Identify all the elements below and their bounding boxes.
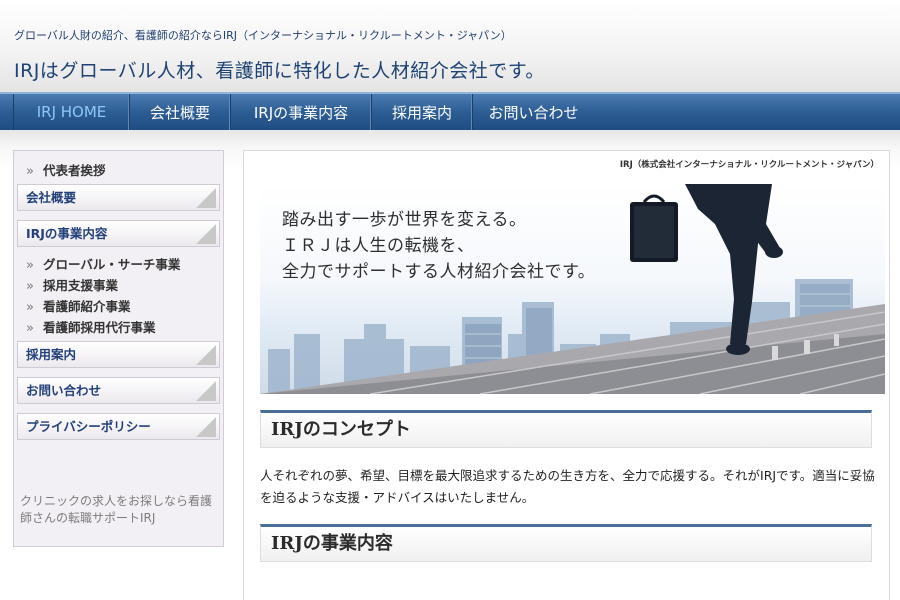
chevron-right-icon: » <box>26 279 34 294</box>
corner-triangle-icon <box>196 381 216 401</box>
concept-text: 人それぞれの夢、希望、目標を最大限追求するための生き方を、全力で応援する。それが… <box>260 468 875 505</box>
sidebar-item-global-search[interactable]: » グローバル・サーチ事業 <box>26 254 180 273</box>
sidebar-item-label: 採用支援事業 <box>42 278 118 293</box>
sidebar-item-nurse-rpo[interactable]: » 看護師採用代行事業 <box>26 317 155 336</box>
sidebar-note-link[interactable]: クリニックの求人をお探しなら看護師さんの転職サポートIRJ <box>20 493 220 527</box>
sidebar-heading-recruit[interactable]: 採用案内 <box>17 341 220 368</box>
sidebar-heading-label: IRJの事業内容 <box>26 226 108 241</box>
sidebar-heading-label: お問い合わせ <box>26 383 102 398</box>
nav-spacer <box>0 94 14 130</box>
sidebar-heading-company[interactable]: 会社概要 <box>17 184 220 211</box>
chevron-right-icon: » <box>26 300 34 315</box>
corner-triangle-icon <box>196 417 216 437</box>
hero-line: 踏み出す一歩が世界を変える。 <box>282 210 527 230</box>
site-title[interactable]: IRJはグローバル人材、看護師に特化した人材紹介会社です。 <box>14 56 545 83</box>
sidebar-heading-label: 採用案内 <box>26 347 77 362</box>
sidebar-item-label: 代表者挨拶 <box>42 163 106 178</box>
nav-recruit[interactable]: 採用案内 <box>372 94 473 130</box>
sidebar-item-label: グローバル・サーチ事業 <box>42 257 181 272</box>
corner-triangle-icon <box>196 224 216 244</box>
chevron-right-icon: » <box>26 321 34 336</box>
main-content: IRJ（株式会社インターナショナル・リクルートメント・ジャパン） 踏み出す一歩が… <box>243 150 890 600</box>
hero-line: ＩＲＪは人生の転機を、 <box>282 236 475 256</box>
sidebar-heading-label: 会社概要 <box>26 190 77 205</box>
hero-catchcopy: 踏み出す一歩が世界を変える。 ＩＲＪは人生の転機を、 全力でサポートする人材紹介… <box>282 207 595 285</box>
site-header: グローバル人財の紹介、看護師の紹介ならIRJ（インターナショナル・リクルートメン… <box>0 0 900 92</box>
nav-business[interactable]: IRJの事業内容 <box>231 94 372 130</box>
hero-line: 全力でサポートする人材紹介会社です。 <box>282 262 596 282</box>
sidebar-item-label: 看護師紹介事業 <box>42 299 131 314</box>
sidebar-item-greeting[interactable]: » 代表者挨拶 <box>26 160 105 179</box>
site-tagline: グローバル人財の紹介、看護師の紹介ならIRJ（インターナショナル・リクルートメン… <box>14 29 512 42</box>
sidebar-heading-business[interactable]: IRJの事業内容 <box>17 220 220 247</box>
nav-company[interactable]: 会社概要 <box>130 94 231 130</box>
chevron-right-icon: » <box>26 258 34 273</box>
sidebar: » 代表者挨拶 会社概要 IRJの事業内容 » グローバル・サーチ事業 » 採用支援事… <box>13 150 224 547</box>
main-nav: IRJ HOME 会社概要 IRJの事業内容 採用案内 お問い合わせ <box>0 92 900 130</box>
section-title-business: IRJの事業内容 <box>260 524 872 562</box>
nav-home[interactable]: IRJ HOME <box>14 94 130 130</box>
company-name: IRJ（株式会社インターナショナル・リクルートメント・ジャパン） <box>619 160 879 170</box>
chevron-right-icon: » <box>26 164 34 179</box>
sidebar-item-nurse-referral[interactable]: » 看護師紹介事業 <box>26 296 130 315</box>
sidebar-heading-contact[interactable]: お問い合わせ <box>17 377 220 404</box>
sidebar-item-recruit-support[interactable]: » 採用支援事業 <box>26 275 118 294</box>
hero-banner: 踏み出す一歩が世界を変える。 ＩＲＪは人生の転機を、 全力でサポートする人材紹介… <box>260 184 885 394</box>
sidebar-heading-privacy[interactable]: プライバシーポリシー <box>17 413 220 440</box>
corner-triangle-icon <box>196 188 216 208</box>
section-title-concept: IRJのコンセプト <box>260 410 872 448</box>
sidebar-heading-label: プライバシーポリシー <box>26 419 151 434</box>
sidebar-item-label: 看護師採用代行事業 <box>42 320 156 335</box>
corner-triangle-icon <box>196 345 216 365</box>
nav-contact[interactable]: お問い合わせ <box>473 94 594 130</box>
